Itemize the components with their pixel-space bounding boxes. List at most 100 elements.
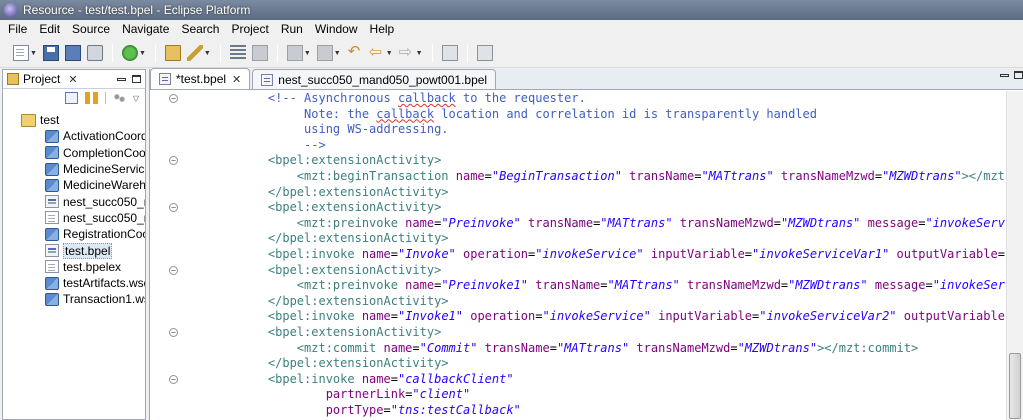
code-line[interactable]: portType="tns:testCallback"	[150, 403, 1005, 419]
tree-item[interactable]: testArtifacts.wsd	[3, 275, 145, 291]
editor-tab[interactable]: nest_succ050_mand050_powt001.bpel	[252, 69, 497, 89]
code-token: "MATtrans"	[607, 278, 680, 293]
show-whitespace-icon[interactable]	[251, 45, 268, 61]
fold-collapse-icon[interactable]: −	[169, 94, 178, 103]
new-icon[interactable]	[13, 45, 29, 61]
code-line[interactable]: </bpel:extensionActivity>	[150, 294, 1005, 310]
save-icon[interactable]	[42, 45, 59, 61]
wsdl-icon	[45, 178, 59, 192]
code-line[interactable]: − <bpel:extensionActivity>	[150, 153, 1005, 169]
menu-navigate[interactable]: Navigate	[116, 20, 175, 39]
vertical-scrollbar[interactable]	[1006, 91, 1023, 420]
code-line[interactable]: </bpel:extensionActivity>	[150, 356, 1005, 372]
code-line[interactable]: using WS-addressing.	[150, 122, 1005, 138]
code-line[interactable]: <mzt:commit name="Commit" transName="MAT…	[150, 341, 1005, 357]
menu-search[interactable]: Search	[175, 20, 225, 39]
tree-item[interactable]: test.bpelex	[3, 259, 145, 275]
code-token: operation	[470, 309, 536, 324]
editor-tab-active[interactable]: *test.bpel ✕	[150, 68, 251, 89]
code-line[interactable]: partnerLink="client"	[150, 387, 1005, 403]
filters-icon[interactable]	[112, 92, 126, 104]
tree-item[interactable]: MedicineWareh	[3, 177, 145, 193]
close-tab-icon[interactable]: ✕	[232, 73, 241, 86]
menu-window[interactable]: Window	[309, 20, 364, 39]
tree-item[interactable]: nest_succ050_ma	[3, 210, 145, 226]
scrollbar-thumb[interactable]	[1009, 353, 1021, 419]
code-editor[interactable]: − <!-- Asynchronous callback to the requ…	[150, 91, 1005, 420]
tree-item[interactable]: ActivationCoord	[3, 128, 145, 144]
code-token: <mzt:commit	[239, 340, 384, 355]
code-line[interactable]: <mzt:preinvoke name = "Preinvoke" transNam…	[150, 216, 1005, 232]
menu-file[interactable]: File	[2, 20, 33, 39]
forward-arrow-icon[interactable]	[399, 42, 415, 62]
code-token: <mzt:preinvoke	[239, 215, 406, 230]
view-menu-icon[interactable]: ▽	[133, 94, 139, 103]
tree-item-project[interactable]: test	[3, 112, 145, 128]
tree-item[interactable]: nest_succ050_ma	[3, 193, 145, 209]
back-dropdown-icon[interactable]: ▼	[386, 50, 393, 57]
project-explorer-panel: Project ✕ ▽ test ActivationCoord Completio…	[2, 69, 146, 420]
code-line[interactable]: − <bpel:extensionActivity>	[150, 200, 1005, 216]
tree-item[interactable]: CompletionCoor	[3, 145, 145, 161]
menu-source[interactable]: Source	[66, 20, 116, 39]
task-dropdown-icon[interactable]: ▼	[204, 50, 211, 57]
prev-annotation-icon[interactable]	[316, 45, 333, 61]
code-text: <bpel:extensionActivity>	[239, 153, 441, 169]
open-perspective-icon[interactable]	[441, 45, 458, 61]
fold-collapse-icon[interactable]: −	[169, 327, 178, 337]
project-tab[interactable]: Project	[23, 72, 60, 86]
code-line[interactable]: </bpel:extensionActivity>	[150, 185, 1005, 201]
maximize-icon[interactable]	[1014, 71, 1023, 79]
collapse-all-icon[interactable]	[64, 92, 78, 104]
new-dropdown-icon[interactable]: ▼	[30, 50, 37, 57]
next-annotation-dropdown-icon[interactable]: ▼	[304, 50, 311, 57]
minimize-icon[interactable]	[117, 78, 126, 81]
tree-item[interactable]: MedicineService.	[3, 161, 145, 177]
menu-edit[interactable]: Edit	[33, 20, 66, 39]
code-line[interactable]: -->	[150, 138, 1005, 154]
code-line[interactable]: − <bpel:extensionActivity>	[150, 263, 1005, 279]
open-task-icon[interactable]	[186, 45, 203, 61]
resource-perspective-icon[interactable]	[476, 45, 493, 61]
run-dropdown-icon[interactable]: ▼	[139, 50, 146, 57]
fold-collapse-icon[interactable]: −	[169, 156, 178, 166]
code-line[interactable]: <mzt:preinvoke name = "Preinvoke1" transNa…	[150, 278, 1005, 294]
next-annotation-icon[interactable]	[286, 45, 303, 61]
toggle-annotation-icon[interactable]	[229, 45, 246, 61]
code-line[interactable]: − <!-- Asynchronous callback to the requ…	[150, 91, 1005, 107]
code-line[interactable]: − <bpel:extensionActivity>	[150, 325, 1005, 341]
code-token: transNameMzwd	[780, 168, 875, 183]
tree-item[interactable]: test.bpel	[3, 242, 145, 259]
save-all-icon[interactable]	[64, 45, 81, 61]
code-line[interactable]: <bpel:invoke name="Invoke" operation="in…	[150, 247, 1005, 263]
run-icon[interactable]	[121, 45, 138, 61]
tree-item[interactable]: Transaction1.wsc	[3, 291, 145, 307]
code-token: inputVariable	[658, 309, 753, 324]
code-line[interactable]: <mzt:beginTransaction name="BeginTransac…	[150, 169, 1005, 185]
link-with-editor-icon[interactable]	[84, 92, 98, 104]
menu-help[interactable]: Help	[364, 20, 401, 39]
print-icon[interactable]	[86, 45, 103, 61]
tree-item[interactable]: RegistrationCoor	[3, 226, 145, 242]
menu-run[interactable]: Run	[275, 20, 309, 39]
panel-window-controls	[117, 75, 145, 83]
code-line[interactable]: </bpel:extensionActivity>	[150, 231, 1005, 247]
code-line[interactable]: − <bpel:invoke name="callbackClient"	[150, 372, 1005, 388]
close-icon[interactable]: ✕	[68, 73, 77, 86]
fold-collapse-icon[interactable]: −	[169, 374, 178, 384]
maximize-icon[interactable]	[132, 75, 141, 83]
forward-dropdown-icon[interactable]: ▼	[416, 50, 423, 57]
menu-project[interactable]: Project	[225, 20, 274, 39]
code-token: ></mzt:commit>	[817, 340, 919, 355]
last-edit-location-icon[interactable]	[347, 42, 363, 61]
back-arrow-icon[interactable]	[369, 42, 385, 62]
minimize-icon[interactable]	[1000, 74, 1009, 77]
code-token: =	[390, 309, 398, 324]
fold-collapse-icon[interactable]: −	[169, 265, 178, 275]
open-type-icon[interactable]	[164, 45, 181, 61]
code-line[interactable]: <bpel:invoke name="Invoke1" operation="i…	[150, 309, 1005, 325]
prev-annotation-dropdown-icon[interactable]: ▼	[334, 50, 341, 57]
fold-collapse-icon[interactable]: −	[169, 203, 178, 213]
code-line[interactable]: Note: the callback location and correlat…	[150, 107, 1005, 123]
